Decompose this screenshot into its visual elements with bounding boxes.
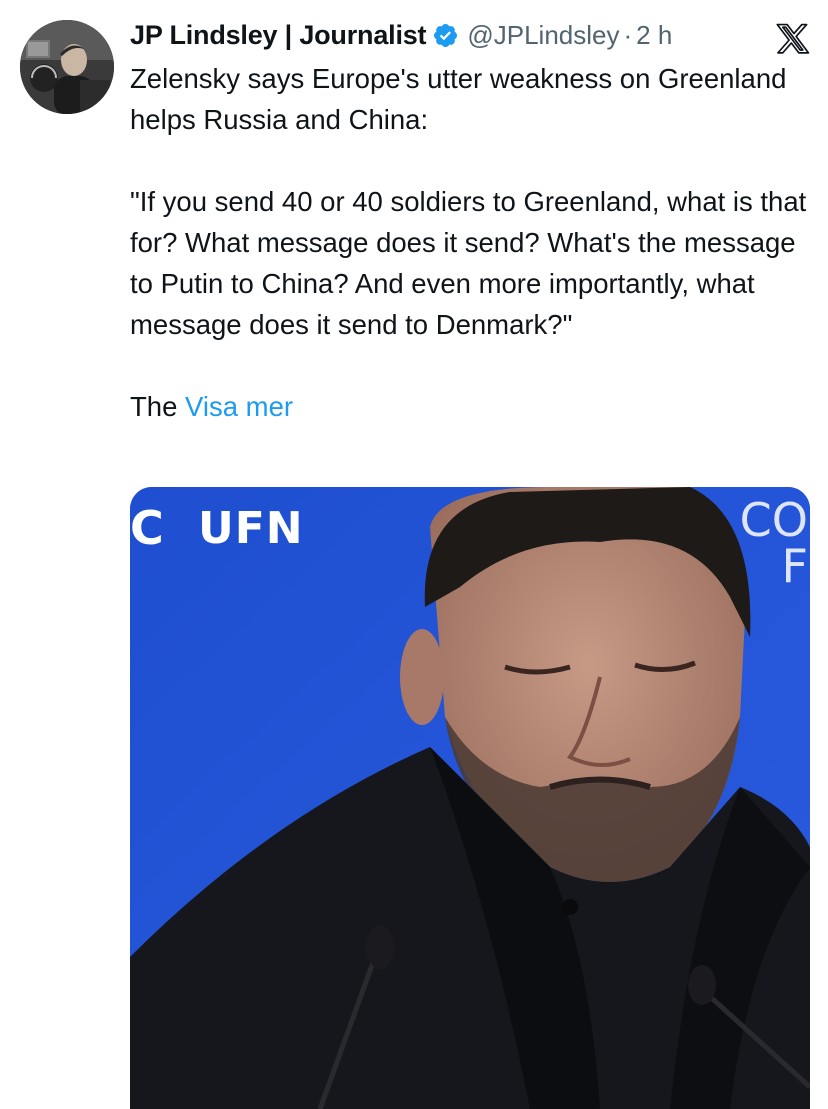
tweet-text: Zelensky says Europe's utter weakness on… [130, 58, 810, 427]
media-edge-letter: C [130, 501, 164, 555]
author-display-name[interactable]: JP Lindsley | Journalist [130, 20, 427, 51]
tweet-text-truncated: The Visa mer [130, 386, 810, 427]
avatar[interactable] [20, 20, 114, 114]
tweet-text-intro: Zelensky says Europe's utter weakness on… [130, 63, 787, 135]
tweet-media-video[interactable]: C UFN CO F [130, 487, 810, 1109]
time-separator: · [623, 19, 633, 50]
tweet-text-quote: "If you send 40 or 40 soldiers to Greenl… [130, 186, 807, 340]
show-more-link[interactable]: Visa mer [185, 391, 293, 422]
tweet-text-continuation: The [130, 391, 178, 422]
verified-badge-icon [432, 22, 459, 49]
tweet-content: JP Lindsley | Journalist @JPLindsley · 2… [130, 14, 810, 427]
media-background-text: CO F [739, 493, 808, 593]
tweet-header: JP Lindsley | Journalist @JPLindsley · 2… [130, 14, 810, 56]
timestamp[interactable]: 2 h [636, 20, 672, 51]
media-logo-text: UFN [198, 503, 304, 554]
author-handle[interactable]: @JPLindsley [467, 20, 619, 51]
x-logo-icon [776, 22, 810, 54]
